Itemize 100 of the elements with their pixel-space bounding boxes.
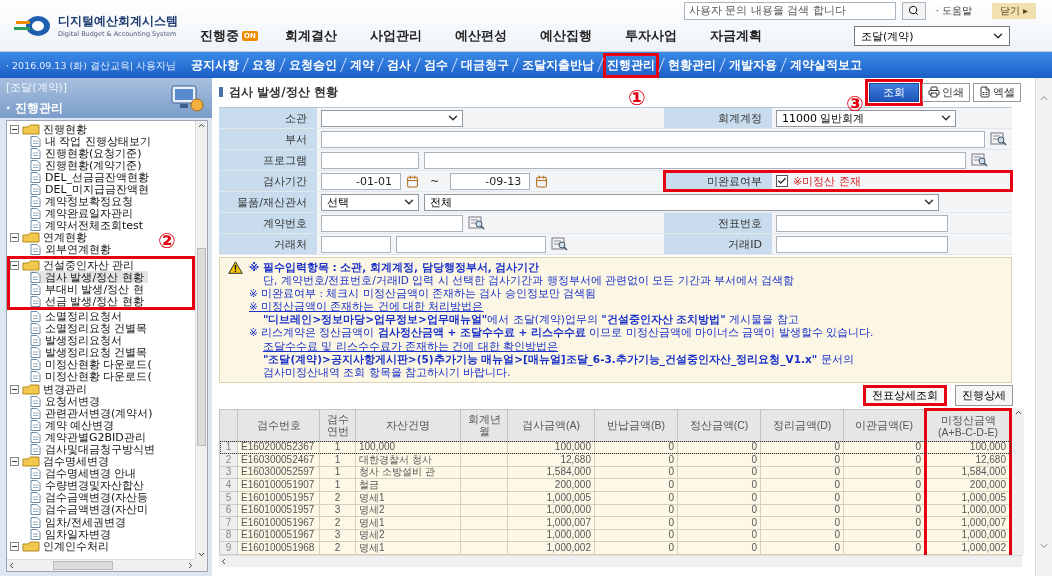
tree-item[interactable]: 외부연계현황	[30, 243, 115, 257]
tree-item[interactable]: 계약관별G2BID관리	[30, 431, 150, 444]
tree-item[interactable]: 발생정리요청 건별목	[30, 346, 152, 359]
input-field[interactable]	[424, 151, 966, 169]
tree-item[interactable]: 미정산현황 다운로드(	[30, 358, 156, 371]
tree-item[interactable]: 검수명세변경 안내	[30, 467, 141, 480]
calendar-icon[interactable]	[406, 174, 419, 188]
tree-item[interactable]: DEL_미지급금잔액현	[30, 183, 154, 196]
table-row[interactable]: 2 E160300052467 1 대한경찰서 청사 12,680 0 0 0 0 12,680	[219, 453, 1011, 467]
scroll-left-icon[interactable]	[7, 561, 16, 570]
nav-item[interactable]: 진행관리	[604, 53, 658, 77]
action-button[interactable]: 전표상세조회	[863, 384, 947, 406]
input-field[interactable]	[321, 235, 391, 253]
nav-item[interactable]: 개발자용	[726, 53, 780, 77]
column-header[interactable]: 검사금액(A)	[507, 409, 595, 442]
tree-item[interactable]: 임차/전세권변경	[30, 516, 130, 529]
tree-item[interactable]: 계약정보확정요청	[30, 195, 137, 208]
tree-item[interactable]: 내 작업 진행상태보기	[30, 135, 155, 148]
tree-folder[interactable]: 건설중인자산 관리	[10, 259, 135, 272]
column-header[interactable]: 자산건명	[355, 409, 461, 442]
tree-item[interactable]: 진행현황(계약기준)	[30, 159, 146, 172]
column-header[interactable]: 검수연번	[319, 409, 356, 442]
input-field[interactable]	[321, 151, 419, 169]
column-header[interactable]: 미정산금액(A+B-C-D-E)	[925, 409, 1011, 442]
vertical-scrollbar[interactable]	[195, 121, 207, 559]
tree-folder[interactable]: 변경관리	[10, 382, 87, 396]
tree-item[interactable]: 진행현황(요청기준)	[30, 147, 146, 160]
menu-tab[interactable]: 회계결산	[285, 27, 370, 46]
tree-item[interactable]: 검수금액변경(자산미	[30, 503, 153, 516]
tree-item[interactable]: DEL_선금금잔액현황	[30, 171, 154, 184]
column-header[interactable]: 검수번호	[237, 409, 320, 442]
collapse-icon[interactable]	[10, 233, 19, 243]
collapse-icon[interactable]	[10, 384, 19, 394]
menu-tab[interactable]: 예산집행	[540, 27, 625, 46]
tree-item[interactable]: 발생정리요청서	[30, 334, 126, 347]
nav-item[interactable]: 조달지출반납	[519, 53, 597, 77]
table-row[interactable]: 9 E160100051968 2 명세1 1,000,002 0 0 0 0 1,000,002	[219, 541, 1011, 555]
table-row[interactable]: 4 E160100051907 1 철금 200,000 0 0 0 0 200,000	[219, 479, 1011, 492]
date-field[interactable]: -01-01	[321, 172, 401, 190]
tree-item[interactable]: 검사 발생/정산 현황	[30, 271, 148, 284]
vertical-scrollbar[interactable]	[1012, 407, 1024, 555]
scroll-left-icon[interactable]	[219, 556, 228, 566]
table-row[interactable]: 5 E160100051957 2 명세1 1,000,005 0 0 0 0 1,000,005	[219, 491, 1011, 505]
input-field[interactable]	[321, 130, 985, 148]
menu-tab[interactable]: 투자사업	[625, 27, 710, 46]
nav-item[interactable]: 계약	[347, 53, 377, 77]
help-link[interactable]: · 도움말	[935, 3, 973, 18]
print-button[interactable]: 인쇄	[922, 82, 970, 102]
column-header[interactable]: 정리금액(D)	[760, 409, 844, 442]
tree-item[interactable]: 부대비 발생/정산 현	[30, 283, 148, 296]
collapse-icon[interactable]	[10, 541, 19, 551]
tree-folder[interactable]: 검수명세변경	[10, 455, 109, 468]
tree-item[interactable]: 검사및대금청구방식변	[30, 443, 159, 456]
action-button[interactable]: 진행상세	[955, 384, 1013, 406]
select-field[interactable]: 전체	[424, 193, 939, 211]
close-button[interactable]: 닫기 ▸	[992, 2, 1036, 19]
checkbox[interactable]	[776, 175, 788, 187]
tree-item[interactable]: 검수금액변경(자산등	[30, 491, 153, 504]
column-header[interactable]: 회계년월	[460, 409, 508, 442]
horizontal-scrollbar[interactable]	[7, 559, 195, 571]
tree-item[interactable]: 소멸정리요청서	[30, 310, 126, 323]
collapse-icon[interactable]	[10, 457, 19, 467]
menu-tab[interactable]: 사업관리	[370, 27, 455, 46]
tree-item[interactable]: 임차일자변경	[30, 528, 115, 541]
calendar-icon[interactable]	[535, 174, 549, 188]
lookup-icon[interactable]	[551, 237, 569, 251]
scroll-up-icon[interactable]	[197, 121, 206, 130]
nav-item[interactable]: 검수	[421, 53, 451, 77]
tree-item[interactable]: 미정산현황 다운로드(	[30, 370, 156, 383]
tree-item[interactable]: 계약서전체조회test	[30, 219, 148, 232]
scroll-down-icon[interactable]	[197, 550, 206, 559]
tree-item[interactable]: 소멸정리요청 건별목	[30, 322, 152, 335]
tree-folder[interactable]: 연계현황	[10, 231, 87, 244]
nav-item[interactable]: 대금청구	[458, 53, 512, 77]
tree-item[interactable]: 수량변경및자산합산	[30, 479, 148, 492]
tree-folder[interactable]: 진행현황	[10, 123, 87, 136]
tree-item[interactable]: 계약 예산변경	[30, 419, 119, 432]
excel-button[interactable]: 엑셀	[973, 82, 1021, 102]
lookup-icon[interactable]	[971, 153, 989, 167]
tree-item[interactable]: 요청서변경	[30, 395, 104, 408]
search-button[interactable]	[901, 1, 926, 20]
nav-item[interactable]: 현황관리	[665, 53, 719, 77]
input-field[interactable]	[396, 235, 546, 253]
column-header[interactable]: 반납금액(B)	[594, 409, 678, 442]
collapse-icon[interactable]	[10, 124, 19, 134]
nav-item[interactable]: 요청	[249, 53, 279, 77]
select-field[interactable]: 선택	[321, 193, 419, 211]
tree-item[interactable]: 계약완료일자관리	[30, 207, 137, 220]
table-row[interactable]: 7 E160100051967 2 명세1 1,000,007 0 0 0 0 1,000,007	[219, 516, 1011, 530]
tree-folder[interactable]: 인계인수처리	[10, 540, 109, 553]
nav-item[interactable]: 요청승인	[286, 53, 340, 77]
input-field[interactable]	[321, 214, 463, 232]
date-field[interactable]: -09-13	[450, 172, 531, 190]
input-field[interactable]	[776, 235, 948, 253]
column-header[interactable]: 이관금액(E)	[843, 409, 926, 442]
tree-item[interactable]: 관련관서변경(계약서)	[30, 407, 157, 420]
input-field[interactable]	[776, 214, 948, 232]
lookup-icon[interactable]	[990, 132, 1008, 146]
system-select[interactable]: 조달(계약)	[854, 26, 1010, 47]
lookup-icon[interactable]	[468, 216, 486, 230]
